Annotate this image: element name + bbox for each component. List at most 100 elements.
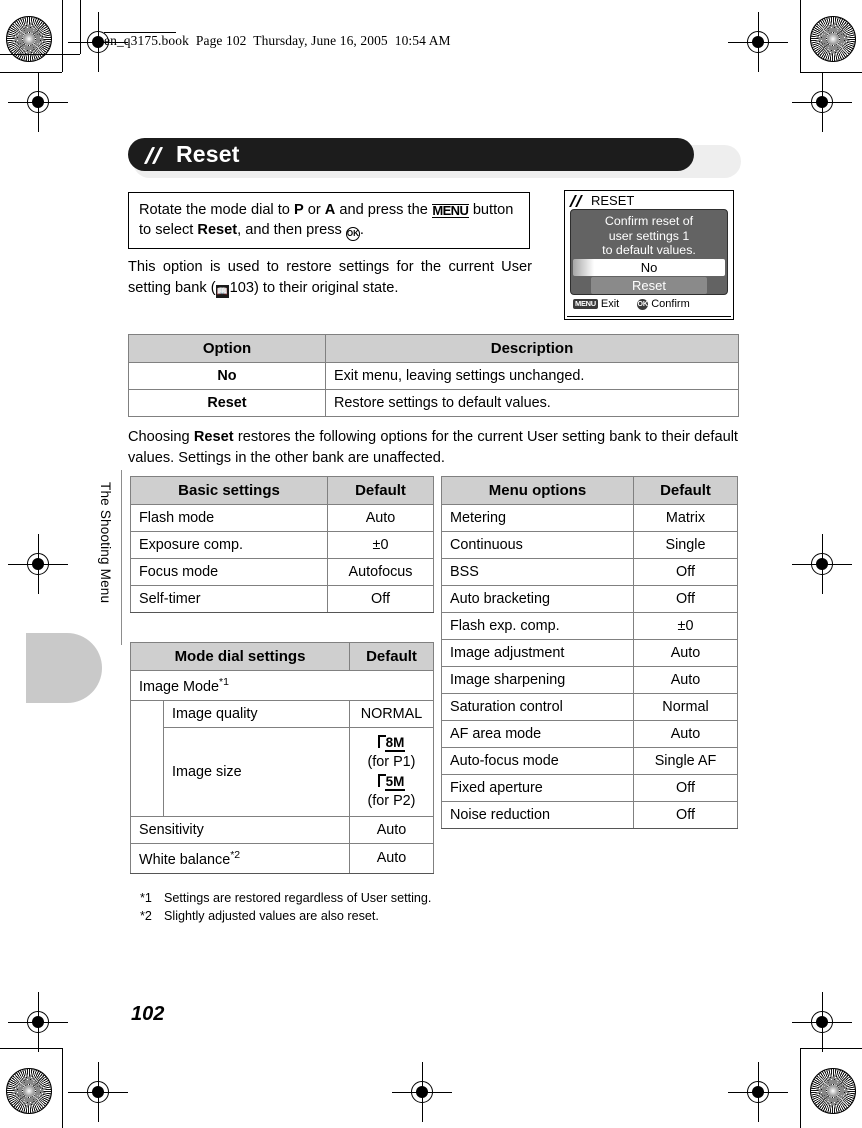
lcd-footer: MENU Exit OK Confirm <box>565 295 733 310</box>
crop-line-top-left-v <box>62 0 64 72</box>
table-row: Noise reduction Off <box>441 801 738 829</box>
chapter-side-rule <box>121 470 122 645</box>
cell-default-noise-reduction: Off <box>633 801 738 829</box>
footnote-row: *1 Settings are restored regardless of U… <box>140 890 440 907</box>
registration-starburst-bottom-right <box>810 1068 856 1114</box>
lcd-option-no[interactable]: No <box>573 258 725 276</box>
table-header-row: Option Description <box>128 334 739 363</box>
footnote-row: *2 Slightly adjusted values are also res… <box>140 908 440 925</box>
footnote-mark-1: *1 <box>140 891 152 905</box>
lcd-message-line-3: to default values. <box>602 243 696 258</box>
book-ref-icon: 📖 <box>215 285 229 298</box>
registration-starburst-bottom-left <box>6 1068 52 1114</box>
image-size-option-2: 5M <box>358 772 425 792</box>
cell-description-no: Exit menu, leaving settings unchanged. <box>325 362 739 390</box>
ok-button-icon: OK <box>345 227 360 241</box>
table-row: Reset Restore settings to default values… <box>128 389 739 417</box>
cell-setting-image-sharpening: Image sharpening <box>441 666 634 694</box>
table-row: Auto-focus mode Single AF <box>441 747 738 775</box>
table-header-row: Mode dial settings Default <box>130 642 434 671</box>
cell-group-image-mode: Image Mode*1 <box>130 670 434 701</box>
lcd-footer-confirm-label: Confirm <box>651 298 690 310</box>
cell-default-white-balance: Auto <box>349 842 434 874</box>
registration-target-right-upper <box>792 72 852 132</box>
cell-setting-fixed-aperture: Fixed aperture <box>441 774 634 802</box>
chapter-tab-marker <box>26 633 102 703</box>
column-header-basic-settings: Basic settings <box>130 476 328 505</box>
column-header-default: Default <box>349 642 434 671</box>
table-row: Exposure comp. ±0 <box>130 531 434 559</box>
page-number: 102 <box>131 1003 165 1025</box>
lcd-double-slash-icon <box>569 194 586 207</box>
registration-target-bottom-left <box>68 1062 128 1122</box>
crop-line-top-right-h <box>800 72 862 74</box>
instruction-reset-word: Reset <box>197 222 238 238</box>
registration-target-top-right <box>728 12 788 72</box>
instruction-part6: . <box>359 222 364 238</box>
table-row: Image adjustment Auto <box>441 639 738 667</box>
lcd-footer-exit: MENU Exit <box>573 298 619 310</box>
print-header-text: en_q3175.book Page 102 Thursday, June 16… <box>104 33 451 48</box>
crop-line-top-inner-v <box>80 0 82 54</box>
instruction-mode-a: A <box>324 202 336 218</box>
cell-default-auto-bracketing: Off <box>633 585 738 613</box>
registration-target-bottom-center <box>392 1062 452 1122</box>
column-header-default: Default <box>327 476 434 505</box>
lcd-title-text: RESET <box>591 193 635 208</box>
crop-line-bottom-right-h <box>800 1048 862 1050</box>
camera-lcd-screenshot: RESET Confirm reset of user settings 1 t… <box>564 190 734 320</box>
crop-line-top-left-h <box>0 72 62 74</box>
table-row: No Exit menu, leaving settings unchanged… <box>128 362 739 390</box>
setting-label-white-balance: White balance <box>139 851 231 868</box>
lcd-message-line-1: Confirm reset of <box>604 214 694 228</box>
image-size-value-1: 8M <box>384 734 406 752</box>
lcd-footer-rule <box>567 315 731 317</box>
lcd-option-reset[interactable]: Reset <box>591 276 707 294</box>
cell-default-flash-mode: Auto <box>327 504 434 532</box>
cell-default-flash-exp-comp: ±0 <box>633 612 738 640</box>
table-row: Auto bracketing Off <box>441 585 738 613</box>
cell-setting-metering: Metering <box>441 504 634 532</box>
cell-default-image-size: 8M (for P1) 5M (for P2) <box>349 726 434 817</box>
lcd-message: Confirm reset of user settings 1 to defa… <box>571 210 727 258</box>
cell-default-image-adjustment: Auto <box>633 639 738 667</box>
cell-setting-exposure-comp: Exposure comp. <box>130 531 328 559</box>
double-slash-icon <box>143 146 167 164</box>
option-description-table: Option Description No Exit menu, leaving… <box>128 334 739 417</box>
cell-setting-auto-bracketing: Auto bracketing <box>441 585 634 613</box>
table-row: Image sharpening Auto <box>441 666 738 694</box>
cell-group-spacer <box>130 700 164 817</box>
footnote-text-1: Settings are restored regardless of User… <box>164 891 432 905</box>
image-size-value-2: 5M <box>384 773 406 791</box>
cell-setting-flash-exp-comp: Flash exp. comp. <box>441 612 634 640</box>
chapter-tab-label: The Shooting Menu <box>98 482 113 604</box>
reset-description-part1: Choosing <box>128 429 194 445</box>
reset-description-bold: Reset <box>193 429 234 445</box>
cell-default-continuous: Single <box>633 531 738 559</box>
cell-setting-af-area-mode: AF area mode <box>441 720 634 748</box>
group-label-image-mode: Image Mode <box>139 678 219 695</box>
reset-description-paragraph: Choosing Reset restores the following op… <box>128 427 738 469</box>
cell-setting-focus-mode: Focus mode <box>130 558 328 586</box>
crop-line-top-inner-h <box>0 54 80 56</box>
cell-default-saturation-control: Normal <box>633 693 738 721</box>
cell-description-reset: Restore settings to default values. <box>325 389 739 417</box>
column-header-mode-dial-settings: Mode dial settings <box>130 642 350 671</box>
table-row: Flash mode Auto <box>130 504 434 532</box>
footnote-ref-2: *2 <box>230 848 241 861</box>
mode-dial-settings-table: Mode dial settings Default Image Mode*1 … <box>130 642 434 874</box>
cell-default-metering: Matrix <box>633 504 738 532</box>
cell-default-focus-mode: Autofocus <box>327 558 434 586</box>
lcd-dialog-panel: Confirm reset of user settings 1 to defa… <box>570 209 728 295</box>
instruction-part5: , and then press <box>237 222 346 238</box>
crop-line-bottom-right-v <box>800 1048 802 1128</box>
column-header-menu-options: Menu options <box>441 476 634 505</box>
column-header-option: Option <box>128 334 326 363</box>
cell-default-auto-focus-mode: Single AF <box>633 747 738 775</box>
lcd-ok-chip-icon: OK <box>637 298 649 310</box>
table-row: Image Mode*1 <box>130 670 434 701</box>
cell-setting-white-balance: White balance*2 <box>130 842 350 874</box>
instruction-part2: or <box>303 202 325 218</box>
registration-target-right-middle <box>792 534 852 594</box>
cell-default-exposure-comp: ±0 <box>327 531 434 559</box>
